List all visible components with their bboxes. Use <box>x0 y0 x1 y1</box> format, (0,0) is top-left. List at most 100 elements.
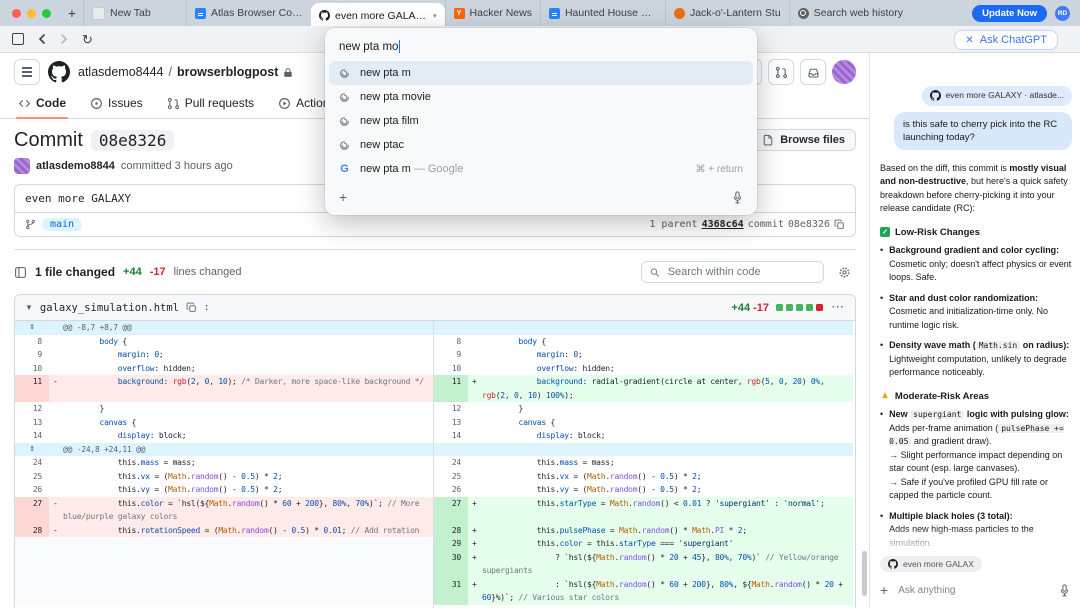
expand-all-icon[interactable]: ↕ <box>204 302 209 313</box>
copy-icon[interactable] <box>186 302 197 313</box>
profile-avatar[interactable]: RD <box>1055 6 1070 21</box>
hamburger-menu-button[interactable] <box>14 59 40 85</box>
line-number[interactable] <box>15 551 49 578</box>
code-cell[interactable]: display: block; <box>468 429 853 443</box>
code-cell[interactable]: this.vx = (Math.random() - 0.5) * 2; <box>49 470 434 484</box>
back-button[interactable] <box>38 34 46 44</box>
browse-files-button[interactable]: Browse files <box>751 129 856 151</box>
file-options-kebab-button[interactable]: ··· <box>832 302 845 313</box>
line-number[interactable]: 31 <box>434 578 468 605</box>
github-logo-icon[interactable] <box>48 61 70 83</box>
microphone-icon[interactable] <box>1059 584 1070 597</box>
repo-tab-pull-requests[interactable]: Pull requests <box>159 90 262 118</box>
line-number[interactable]: 10 <box>434 362 468 376</box>
code-cell[interactable]: this.vy = (Math.random() - 0.5) * 2; <box>49 483 434 497</box>
line-number[interactable]: 25 <box>15 470 49 484</box>
expand-hunk-button[interactable]: ↕ <box>15 321 49 335</box>
line-number[interactable]: 12 <box>434 402 468 416</box>
omnibox-input[interactable]: new pta mo <box>325 34 757 61</box>
tab-even-more-galaxy[interactable]: even more GALAXY▾ <box>311 3 445 26</box>
tab-search-web-history[interactable]: Search web history <box>789 0 911 26</box>
line-number[interactable]: 27 <box>15 497 49 524</box>
author-avatar[interactable] <box>14 158 30 174</box>
line-number[interactable]: 14 <box>15 429 49 443</box>
line-number[interactable]: 28 <box>434 524 468 538</box>
tab-new-tab[interactable]: New Tab <box>83 0 186 26</box>
reload-button[interactable]: ↻ <box>82 33 93 46</box>
line-number[interactable]: 26 <box>15 483 49 497</box>
code-cell[interactable]: this.vx = (Math.random() - 0.5) * 2; <box>468 470 853 484</box>
line-number[interactable]: 14 <box>434 429 468 443</box>
line-number[interactable]: 8 <box>15 335 49 349</box>
diff-settings-button[interactable] <box>832 260 856 284</box>
suggestion-item[interactable]: new pta movie <box>329 85 753 109</box>
forward-button[interactable] <box>60 34 68 44</box>
code-cell[interactable]: margin: 0; <box>49 348 434 362</box>
suggestion-item[interactable]: new pta m <box>329 61 753 85</box>
file-diff-icon[interactable] <box>14 266 27 279</box>
voice-search-microphone-icon[interactable] <box>732 191 743 204</box>
add-attachment-button[interactable]: + <box>880 582 888 598</box>
code-cell[interactable]: } <box>468 605 853 608</box>
code-cell[interactable]: display: block; <box>49 429 434 443</box>
branch-badge[interactable]: main <box>42 218 82 231</box>
code-cell[interactable]: canvas { <box>468 416 853 430</box>
code-cell[interactable]: - this.color = `hsl(${Math.random() * 60… <box>49 497 434 524</box>
line-number[interactable]: 12 <box>15 402 49 416</box>
line-number[interactable]: 9 <box>434 348 468 362</box>
line-number[interactable]: 9 <box>15 348 49 362</box>
suggestion-item[interactable]: new ptac <box>329 133 753 157</box>
zoom-window-button[interactable] <box>42 9 51 18</box>
code-cell[interactable]: body { <box>468 335 853 349</box>
search-within-code-input[interactable] <box>666 265 815 279</box>
tab-overview-button[interactable] <box>12 33 24 45</box>
line-number[interactable]: 13 <box>15 416 49 430</box>
close-window-button[interactable] <box>12 9 21 18</box>
line-number[interactable]: 28 <box>15 524 49 538</box>
line-number[interactable]: 10 <box>15 362 49 376</box>
code-cell[interactable]: this.mass = mass; <box>49 456 434 470</box>
inbox-icon-button[interactable] <box>800 59 826 85</box>
collapse-file-chevron-icon[interactable]: ▼ <box>25 303 33 312</box>
code-cell[interactable]: } <box>49 402 434 416</box>
code-cell[interactable]: this.vy = (Math.random() - 0.5) * 2; <box>468 483 853 497</box>
line-number[interactable]: 30 <box>434 551 468 578</box>
repo-name-link[interactable]: browserblogpost <box>177 65 278 79</box>
line-number[interactable]: 13 <box>434 416 468 430</box>
file-name[interactable]: galaxy_simulation.html <box>40 302 179 314</box>
expand-hunk-button[interactable]: ↕ <box>15 443 49 457</box>
line-number[interactable]: 8 <box>434 335 468 349</box>
code-cell[interactable]: overflow: hidden; <box>49 362 434 376</box>
page-scrollbar-thumb[interactable] <box>862 551 867 596</box>
code-cell[interactable]: + : `hsl(${Math.random() * 60 + 200}, 80… <box>468 578 853 605</box>
repo-owner-link[interactable]: atlasdemo8444 <box>78 65 163 79</box>
line-number[interactable]: 25 <box>434 470 468 484</box>
ask-anything-input[interactable] <box>896 584 1051 597</box>
tab-jack-o-lantern-stu[interactable]: Jack-o'-Lantern Stu <box>665 0 789 26</box>
omnibox-add-button[interactable]: + <box>339 189 347 205</box>
code-cell[interactable]: + this.starType = Math.random() < 0.01 ?… <box>468 497 853 524</box>
suggestion-item[interactable]: new pta film <box>329 109 753 133</box>
tab-haunted-house-plan[interactable]: Haunted House Plan <box>540 0 665 26</box>
pull-requests-icon-button[interactable] <box>768 59 794 85</box>
line-number[interactable]: 29 <box>434 537 468 551</box>
copy-icon[interactable] <box>834 219 845 230</box>
minimize-window-button[interactable] <box>27 9 36 18</box>
line-number[interactable]: 11 <box>434 375 468 402</box>
line-number[interactable]: 32 <box>434 605 468 608</box>
suggestion-item[interactable]: Gnew pta m — Google⌘ + return <box>329 157 753 181</box>
code-cell[interactable]: } <box>468 402 853 416</box>
close-icon[interactable]: ✕ <box>965 35 973 46</box>
ask-chatgpt-button[interactable]: ✕ Ask ChatGPT <box>954 30 1058 50</box>
code-cell[interactable]: + this.color = this.starType === 'superg… <box>468 537 853 551</box>
code-cell[interactable]: + ? `hsl(${Math.random() * 20 + 45}, 80%… <box>468 551 853 578</box>
code-cell[interactable] <box>49 551 434 578</box>
code-cell[interactable]: canvas { <box>49 416 434 430</box>
chat-context-chip[interactable]: even more GALAXY · atlasde... <box>922 86 1072 106</box>
tab-hacker-news[interactable]: YHacker News <box>445 0 540 26</box>
code-cell[interactable]: this.mass = mass; <box>468 456 853 470</box>
code-cell[interactable]: margin: 0; <box>468 348 853 362</box>
code-cell[interactable]: + background: radial-gradient(circle at … <box>468 375 853 402</box>
tab-atlas-browser-core-e[interactable]: Atlas Browser Core E <box>186 0 311 26</box>
code-cell[interactable]: } <box>49 605 434 608</box>
